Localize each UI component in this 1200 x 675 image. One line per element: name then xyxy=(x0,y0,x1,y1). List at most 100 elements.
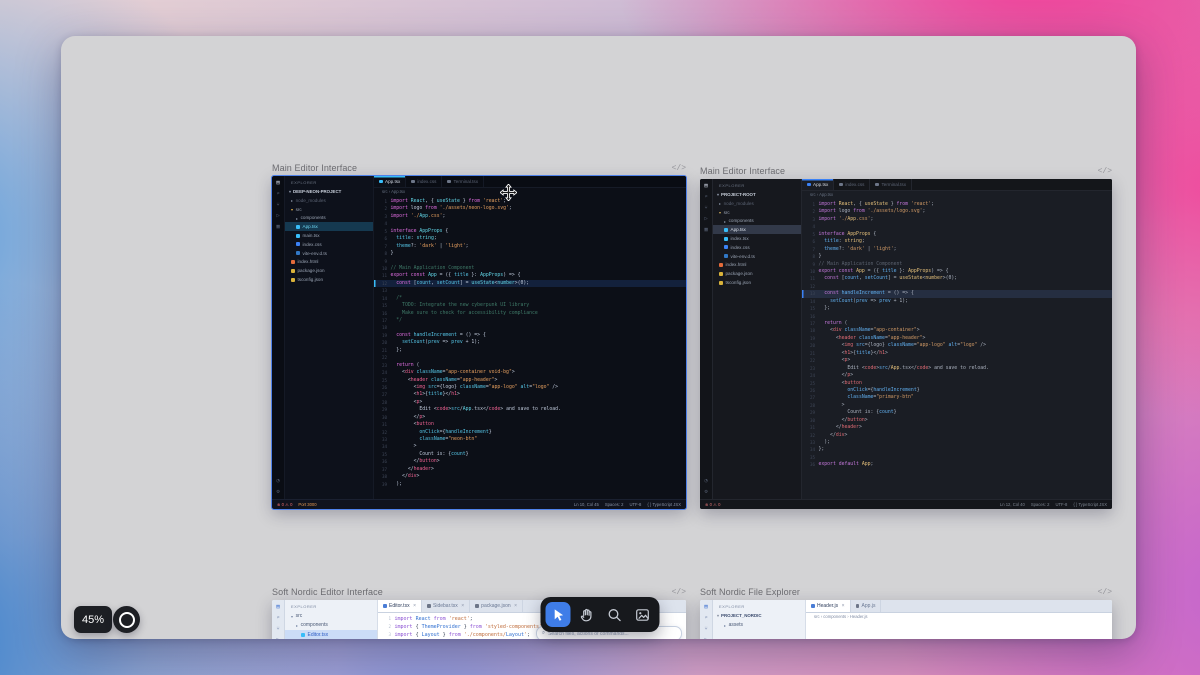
zoom-level-value: 45% xyxy=(82,613,105,626)
close-tab-icon[interactable]: × xyxy=(413,603,416,609)
project-root[interactable]: ▾ PROJECT_NORDIC xyxy=(713,611,805,620)
debug-icon[interactable]: ▷ xyxy=(704,637,707,639)
files-icon[interactable]: ▤ xyxy=(704,604,707,610)
tree-item[interactable]: package.json xyxy=(713,269,801,278)
tree-item[interactable]: ▸ components xyxy=(285,214,373,223)
project-root[interactable]: ▾ PROJECT-ROOT xyxy=(713,190,801,199)
git-icon[interactable]: ⑂ xyxy=(704,205,707,211)
line-number: 36 xyxy=(809,462,815,468)
search-icon[interactable]: ⌕ xyxy=(276,191,279,197)
zoom-tool-button[interactable] xyxy=(602,602,627,627)
editor-tab[interactable]: Header.js × xyxy=(806,600,851,612)
select-tool-button[interactable] xyxy=(545,602,571,627)
tree-item[interactable]: tsconfig.json xyxy=(285,275,373,284)
frame-dark-editor[interactable]: ▤ ⌕ ⑂ ▷ ▦ ◔ ⚙ EXPLORER ▾ PROJECT-ROOT ▸ node_module… xyxy=(700,179,1112,509)
user-icon[interactable]: ◔ xyxy=(704,478,707,484)
tree-item[interactable]: ▸ components xyxy=(285,621,377,631)
tree-item[interactable]: ▾ src xyxy=(285,205,373,214)
editor-tab[interactable]: App.js xyxy=(851,600,882,612)
tree-item[interactable]: index.css xyxy=(713,243,801,252)
close-tab-icon[interactable]: × xyxy=(842,603,845,609)
status-item[interactable]: Spaces: 2 xyxy=(1031,502,1050,507)
status-item[interactable]: ⊗ 0 ⚠ 0 xyxy=(705,502,720,507)
ext-icon[interactable]: ▦ xyxy=(276,224,279,230)
tree-item[interactable]: App.tsx xyxy=(713,225,801,235)
git-icon[interactable]: ⑂ xyxy=(704,626,707,632)
frame-nordic-explorer[interactable]: ▤⌕⑂▷▦◔⚙EXPLORER▾PROJECT_NORDIC▸assetsHea… xyxy=(700,600,1112,639)
zoom-level-badge[interactable]: 45% xyxy=(74,606,113,633)
tree-item[interactable]: vite-env.d.ts xyxy=(713,252,801,261)
tree-item[interactable]: index.html xyxy=(713,261,801,270)
editor-tab[interactable]: Terminal.tsx xyxy=(442,176,484,187)
tree-item[interactable]: index.css xyxy=(285,240,373,249)
tree-item[interactable]: App.tsx xyxy=(285,222,373,232)
code-icon[interactable]: </> xyxy=(1098,588,1112,597)
hand-tool-button[interactable] xyxy=(574,602,599,627)
editor-tab[interactable]: App.tsx xyxy=(802,179,835,190)
editor-tab[interactable]: Sidebar.tsx × xyxy=(422,600,471,612)
close-tab-icon[interactable]: × xyxy=(514,603,517,609)
tree-item[interactable]: ▸ assets xyxy=(713,620,805,630)
frame-label-row: Soft Nordic File Explorer </> xyxy=(700,587,1112,597)
status-item[interactable]: { } TypeScript JSX xyxy=(647,502,681,507)
close-tab-icon[interactable]: × xyxy=(461,603,464,609)
status-item[interactable]: UTF-8 xyxy=(1055,502,1067,507)
status-item[interactable]: Ln 10, Col 45 xyxy=(574,502,599,507)
code-icon[interactable]: </> xyxy=(672,588,686,597)
tree-item[interactable]: tsconfig.json xyxy=(713,278,801,287)
tree-item[interactable]: package.json xyxy=(285,266,373,275)
files-icon[interactable]: ▤ xyxy=(704,183,707,189)
code-icon[interactable]: </> xyxy=(672,164,686,173)
settings-icon[interactable]: ⚙ xyxy=(276,489,279,495)
git-icon[interactable]: ⑂ xyxy=(276,202,279,208)
tree-item[interactable]: ▾ src xyxy=(713,208,801,217)
tree-item[interactable]: ▸ node_modules xyxy=(713,199,801,208)
frame-title-nordic-editor[interactable]: Soft Nordic Editor Interface xyxy=(272,587,383,597)
files-icon[interactable]: ▤ xyxy=(276,604,279,610)
user-icon[interactable]: ◔ xyxy=(276,478,279,484)
debug-icon[interactable]: ▷ xyxy=(704,216,707,222)
search-icon[interactable]: ⌕ xyxy=(276,615,279,621)
frame-title-nordic-explorer[interactable]: Soft Nordic File Explorer xyxy=(700,587,800,597)
tree-item[interactable]: ▸ components xyxy=(713,217,801,226)
settings-icon[interactable]: ⚙ xyxy=(704,489,707,495)
frame-neon-editor[interactable]: ▤ ⌕ ⑂ ▷ ▦ ◔ ⚙ EXPLORER ▾ DEEP-NEON-PROJECT ▸ node_m… xyxy=(271,175,687,510)
debug-icon[interactable]: ▷ xyxy=(276,637,279,639)
tree-item[interactable]: main.tsx xyxy=(285,231,373,240)
tree-item[interactable]: index.tsx xyxy=(713,234,801,243)
debug-icon[interactable]: ▷ xyxy=(276,213,279,219)
status-item[interactable]: ⊗ 0 ⚠ 0 xyxy=(277,502,292,507)
editor-tab[interactable]: package.json × xyxy=(470,600,524,612)
search-icon[interactable]: ⌕ xyxy=(704,615,707,621)
tree-item[interactable]: vite-env.d.ts xyxy=(285,249,373,258)
status-item[interactable]: Spaces: 2 xyxy=(605,502,624,507)
frame-title-dark[interactable]: Main Editor Interface xyxy=(700,166,785,176)
code-line: 2 import logo from './assets/neon-logo.sv… xyxy=(374,205,686,212)
design-canvas[interactable]: Main Editor Interface </> ▤ ⌕ ⑂ ▷ ▦ ◔ ⚙ EXPLORE… xyxy=(61,36,1136,639)
editor-tab[interactable]: App.tsx xyxy=(374,176,407,187)
git-icon[interactable]: ⑂ xyxy=(276,626,279,632)
editor-tab[interactable]: Editor.tsx × xyxy=(378,600,422,612)
export-image-button[interactable] xyxy=(630,602,655,627)
line-number: 15 xyxy=(381,303,387,309)
editor-tab[interactable]: index.css xyxy=(834,179,871,190)
tree-item[interactable]: ▸ node_modules xyxy=(285,196,373,205)
ext-icon[interactable]: ▦ xyxy=(704,227,707,233)
code-line: 15 TODO: Integrate the new cyberpunk UI … xyxy=(374,302,686,309)
frame-title-neon[interactable]: Main Editor Interface xyxy=(272,163,357,173)
editor-tab[interactable]: Terminal.tsx xyxy=(870,179,912,190)
status-item[interactable]: { } TypeScript JSX xyxy=(1073,502,1107,507)
code-line: 36 export default App; xyxy=(802,461,1112,468)
status-item[interactable]: UTF-8 xyxy=(629,502,641,507)
files-icon[interactable]: ▤ xyxy=(276,180,279,186)
tree-item[interactable]: ▾ src xyxy=(285,611,377,621)
search-icon[interactable]: ⌕ xyxy=(704,194,707,200)
tree-item[interactable]: index.html xyxy=(285,258,373,267)
editor-tab[interactable]: index.css xyxy=(406,176,443,187)
tree-item[interactable]: Editor.tsx xyxy=(285,630,377,639)
status-item[interactable]: Ln 12, Col 40 xyxy=(1000,502,1025,507)
project-root[interactable]: ▾ DEEP-NEON-PROJECT xyxy=(285,187,373,196)
record-button[interactable] xyxy=(113,606,140,633)
status-item[interactable]: Port 3000 xyxy=(298,502,316,507)
code-icon[interactable]: </> xyxy=(1098,167,1112,176)
